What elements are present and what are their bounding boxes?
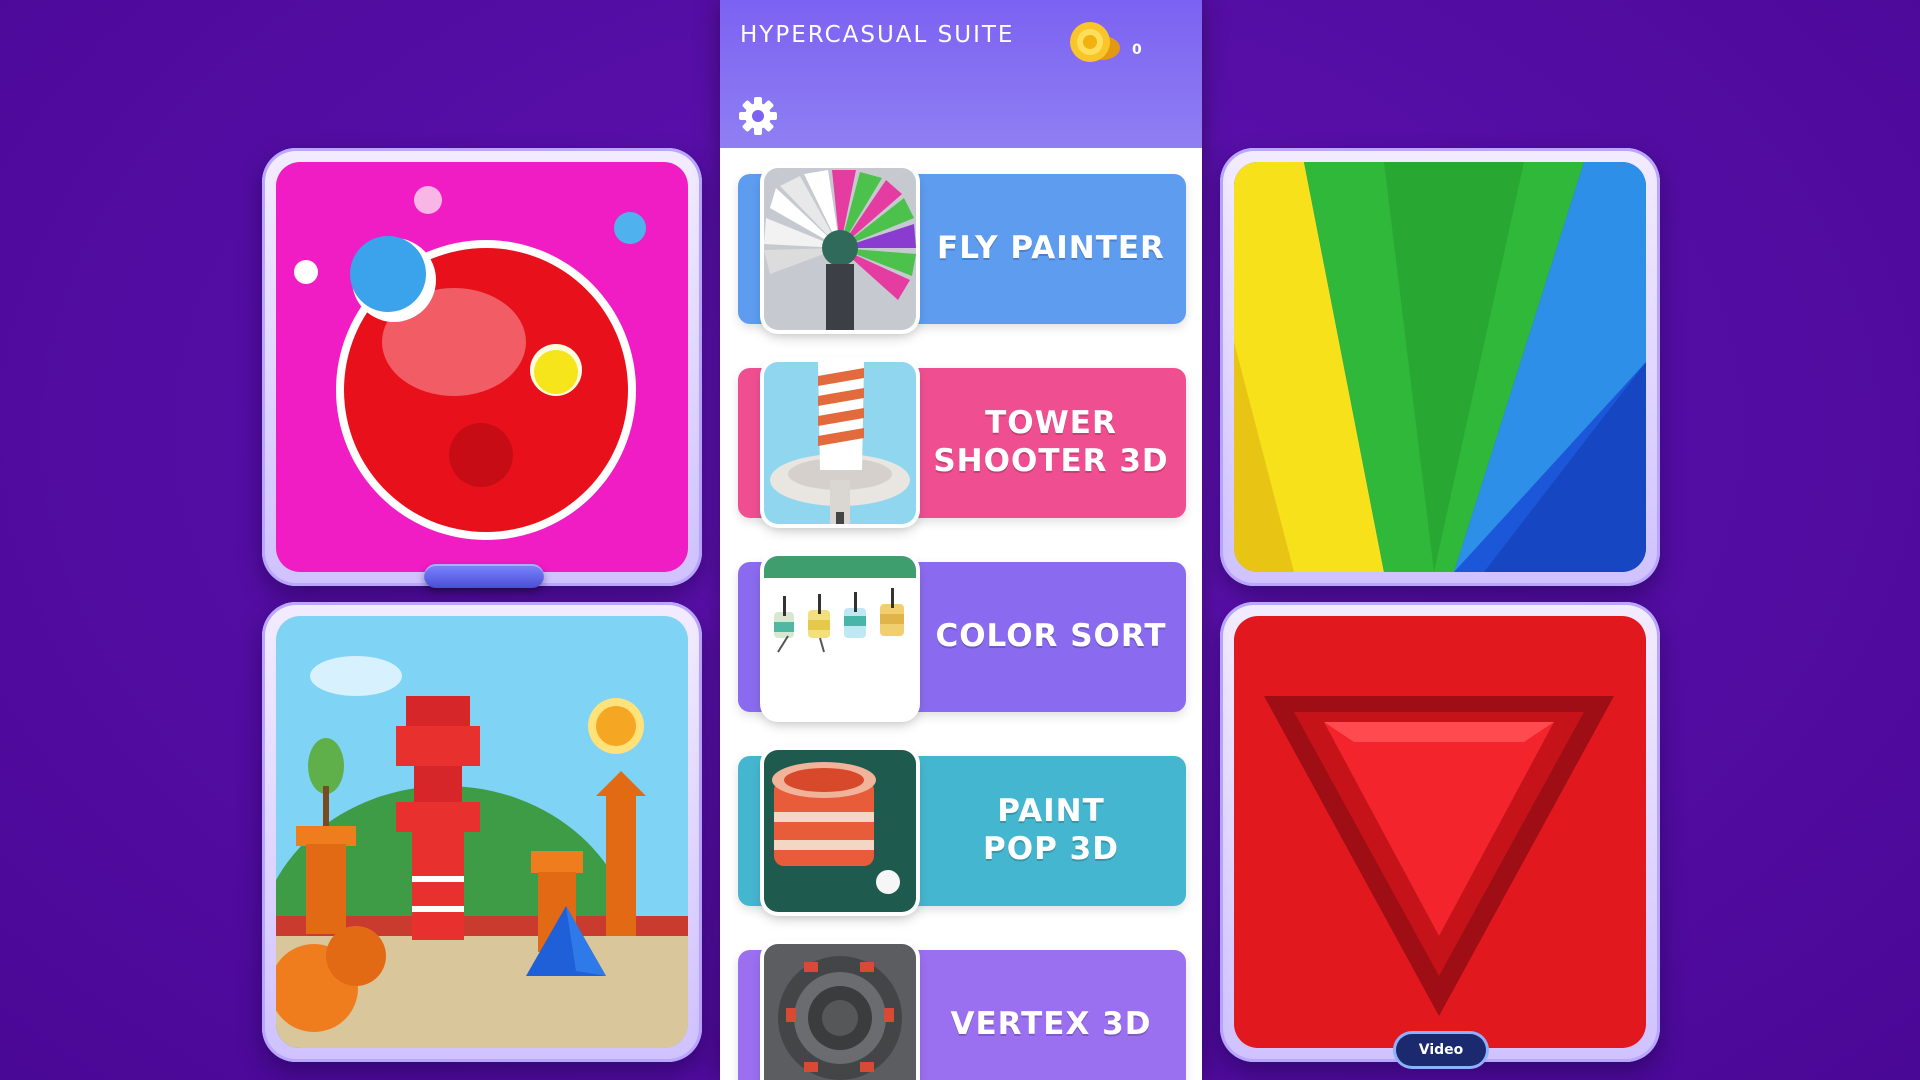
tower-landscape-tile[interactable] bbox=[262, 602, 702, 1062]
video-badge[interactable]: Video bbox=[1396, 1034, 1486, 1066]
red-triangle-tile[interactable] bbox=[1220, 602, 1660, 1062]
coin-count: 0 bbox=[1132, 42, 1142, 58]
game-row-fly-painter[interactable]: FLY PAINTER bbox=[738, 168, 1186, 330]
color-stripes-art bbox=[1234, 162, 1646, 572]
tower-shooter-thumbnail bbox=[764, 362, 916, 524]
game-title: FLY PAINTER bbox=[937, 230, 1165, 267]
color-sort-thumbnail bbox=[764, 556, 916, 718]
game-row-color-sort[interactable]: COLOR SORT bbox=[738, 556, 1186, 718]
game-title: COLOR SORT bbox=[935, 618, 1167, 655]
paint-pop-thumbnail bbox=[764, 750, 916, 912]
gear-icon[interactable] bbox=[738, 96, 778, 136]
game-row-paint-pop-3d[interactable]: PAINT POP 3D bbox=[738, 750, 1186, 912]
tile-handle[interactable] bbox=[424, 564, 544, 588]
vertex-thumbnail bbox=[764, 944, 916, 1080]
game-menu-panel: HYPERCASUAL SUITE 0 FLY PAINTER TOWER SH… bbox=[720, 0, 1202, 1080]
panel-header: HYPERCASUAL SUITE 0 bbox=[720, 0, 1202, 148]
red-triangle-art bbox=[1234, 616, 1646, 1048]
ball-game-tile[interactable] bbox=[262, 148, 702, 586]
coin-icon bbox=[1070, 22, 1120, 62]
app-title: HYPERCASUAL SUITE bbox=[740, 22, 1015, 48]
game-title: PAINT POP 3D bbox=[983, 793, 1119, 867]
game-title: VERTEX 3D bbox=[950, 1006, 1152, 1043]
tower-landscape-art bbox=[276, 616, 688, 1048]
game-row-vertex-3d[interactable]: VERTEX 3D bbox=[738, 944, 1186, 1080]
fly-painter-thumbnail bbox=[764, 168, 916, 330]
game-row-tower-shooter-3d[interactable]: TOWER SHOOTER 3D bbox=[738, 362, 1186, 524]
color-stripes-tile[interactable] bbox=[1220, 148, 1660, 586]
ball-game-art bbox=[276, 162, 688, 572]
game-title: TOWER SHOOTER 3D bbox=[933, 405, 1169, 479]
